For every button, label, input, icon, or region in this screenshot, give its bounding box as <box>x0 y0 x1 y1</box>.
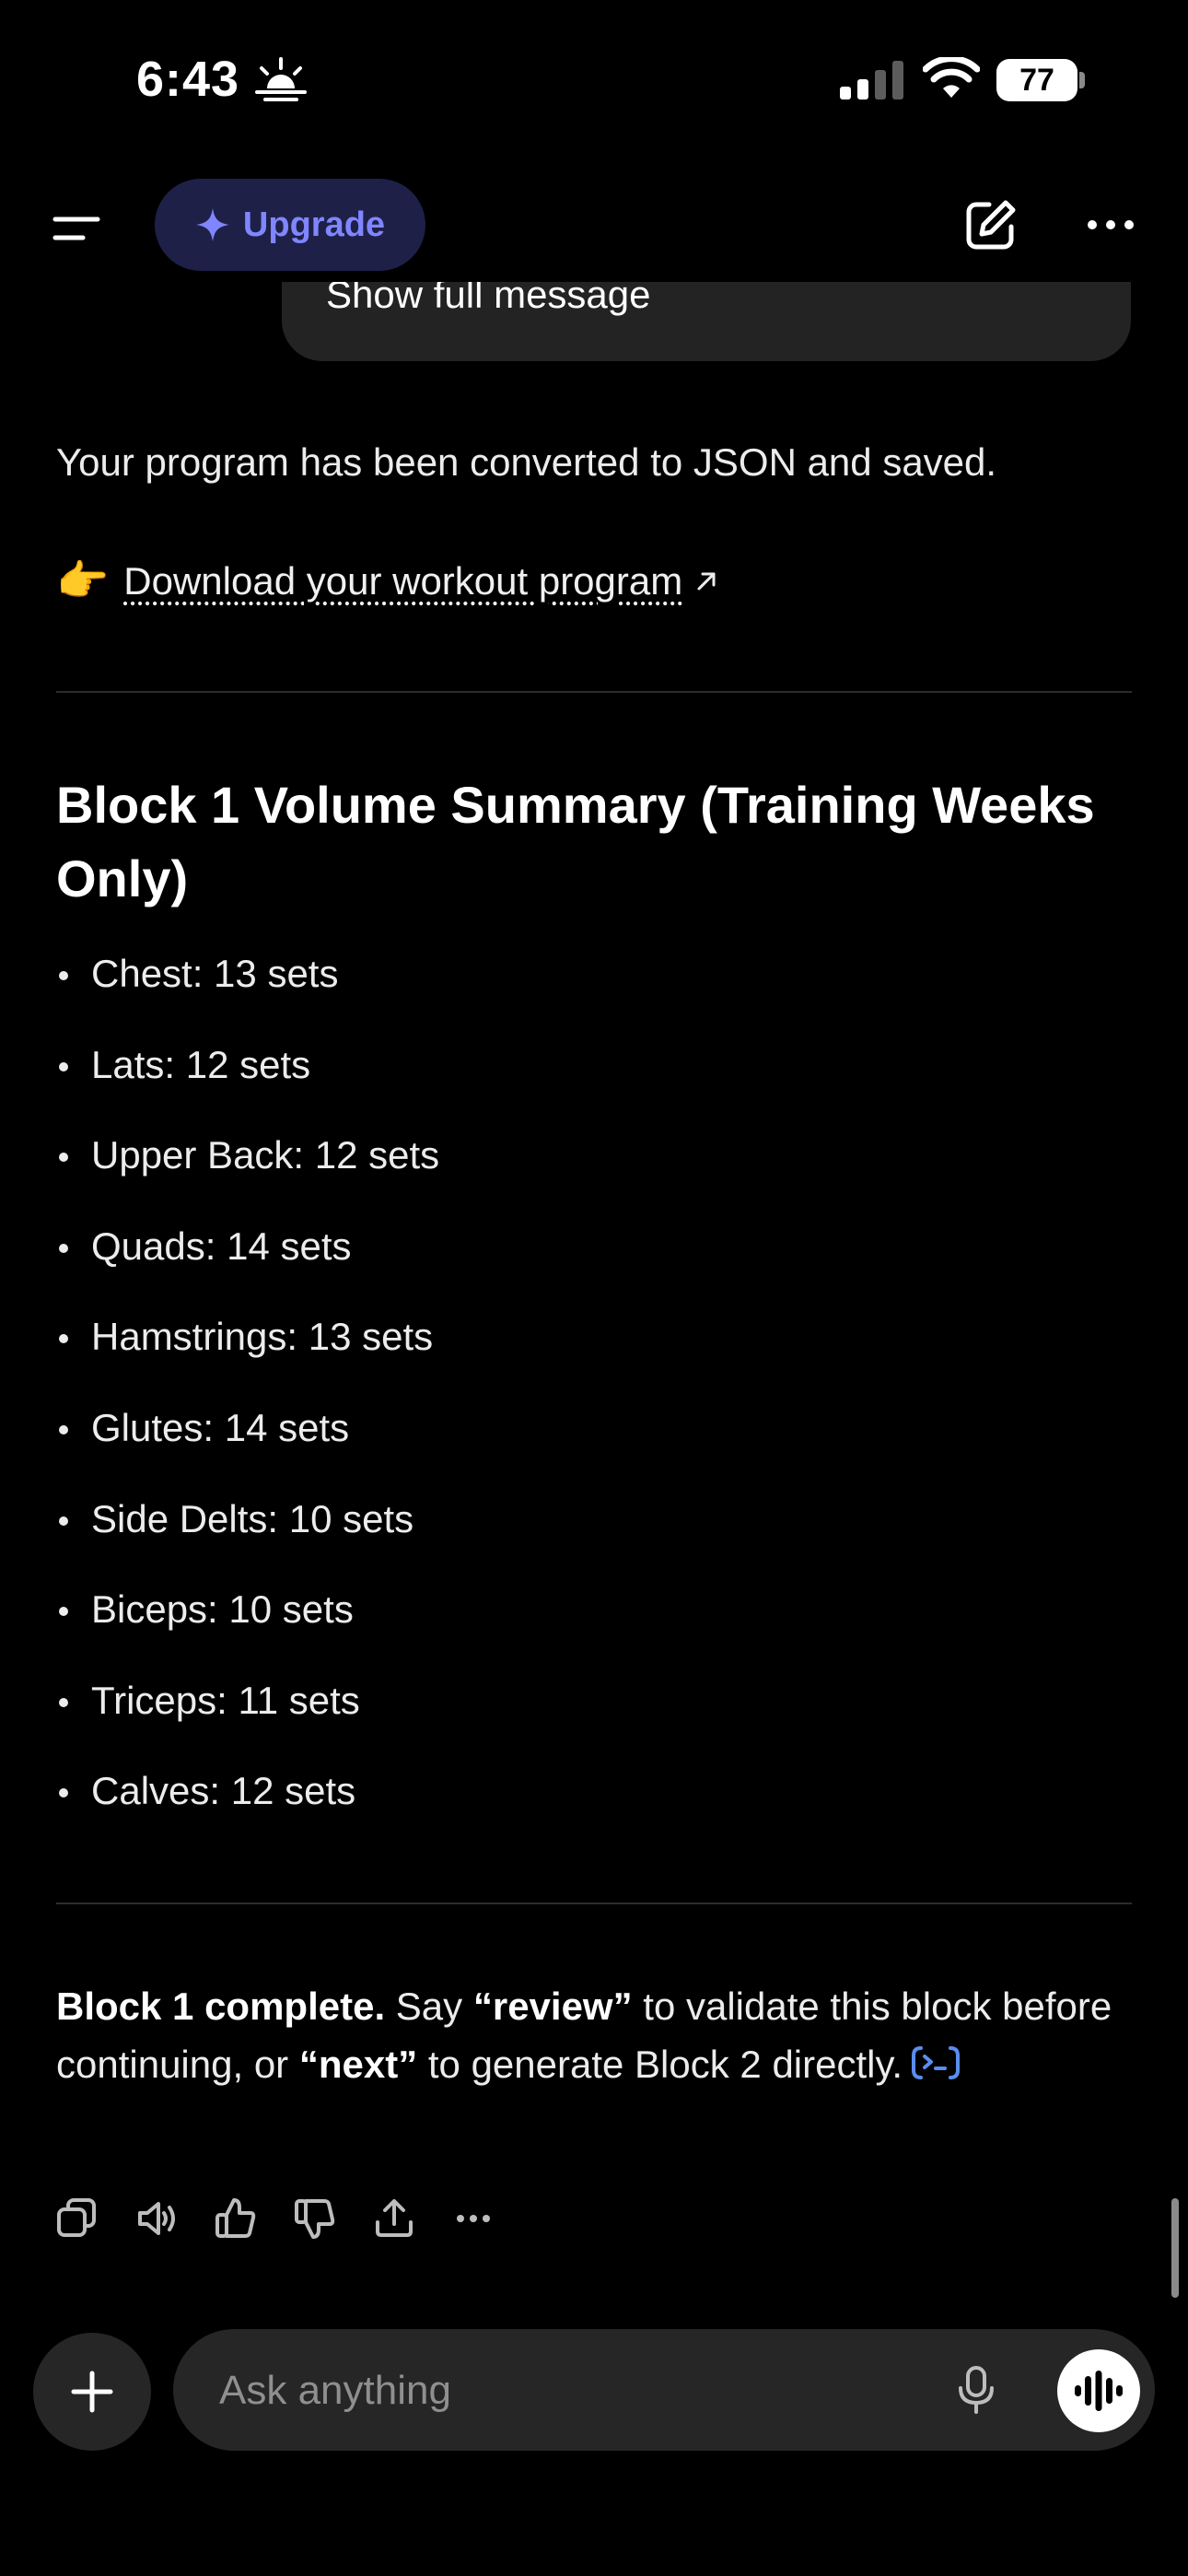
message-input[interactable] <box>217 2360 866 2421</box>
scrollbar[interactable] <box>1171 2198 1179 2298</box>
volume-list: Chest: 13 sets Lats: 12 sets Upper Back:… <box>56 943 439 1852</box>
more-options-icon[interactable] <box>1083 206 1138 243</box>
voice-mode-button[interactable] <box>1057 2349 1140 2432</box>
copy-button[interactable] <box>55 2196 99 2241</box>
list-item: Lats: 12 sets <box>56 1035 439 1126</box>
upgrade-label: Upgrade <box>242 205 386 244</box>
user-message-bubble[interactable]: Show full message <box>282 282 1131 361</box>
battery-level: 77 <box>996 59 1077 101</box>
closing-text-1: Say <box>385 1985 473 2028</box>
copy-icon <box>57 2198 96 2237</box>
thumbs-up-button[interactable] <box>214 2196 258 2241</box>
closing-paragraph: Block 1 complete. Say “review” to valida… <box>56 1977 1134 2093</box>
more-horizontal-icon <box>457 2215 490 2222</box>
thumbs-down-button[interactable] <box>293 2196 337 2241</box>
wifi-icon <box>923 57 980 98</box>
status-time: 6:43 <box>136 52 240 107</box>
list-item: Calves: 12 sets <box>56 1761 439 1852</box>
closing-text-3: to generate Block 2 directly. <box>417 2043 903 2086</box>
share-icon <box>376 2199 413 2237</box>
microphone-icon[interactable] <box>949 2362 1004 2418</box>
cellular-signal-icon <box>840 61 903 100</box>
sunrise-icon <box>255 57 307 101</box>
section-divider <box>56 691 1132 693</box>
block-complete-label: Block 1 complete. <box>56 1985 386 2028</box>
sparkle-icon <box>195 208 229 241</box>
list-item: Glutes: 14 sets <box>56 1398 439 1489</box>
speaker-icon <box>138 2202 175 2235</box>
share-button[interactable] <box>372 2196 416 2241</box>
list-item: Biceps: 10 sets <box>56 1579 439 1670</box>
read-aloud-button[interactable] <box>134 2196 179 2241</box>
summary-heading: Block 1 Volume Summary (Training Weeks O… <box>56 776 1095 907</box>
pointing-hand-icon: 👉 <box>56 556 110 604</box>
battery-indicator: 77 <box>996 59 1085 101</box>
download-workout-link[interactable]: Download your workout program <box>123 552 682 610</box>
show-full-message-toggle[interactable]: Show full message <box>326 282 651 317</box>
waveform-icon <box>1075 2371 1123 2411</box>
next-keyword: “next” <box>298 2043 418 2086</box>
new-chat-icon[interactable] <box>963 197 1019 252</box>
message-composer <box>173 2329 1155 2451</box>
plus-icon <box>71 2371 113 2413</box>
list-item: Upper Back: 12 sets <box>56 1125 439 1216</box>
add-attachment-button[interactable] <box>33 2333 151 2451</box>
thumbs-down-icon <box>295 2199 335 2239</box>
status-bar: 6:43 77 <box>0 0 1188 157</box>
code-interpreter-icon[interactable] <box>910 2044 961 2081</box>
section-divider <box>56 1903 1132 1904</box>
list-item: Triceps: 11 sets <box>56 1670 439 1762</box>
menu-icon[interactable] <box>46 201 111 256</box>
download-line: 👉 Download your workout program <box>56 549 719 613</box>
list-item: Hamstrings: 13 sets <box>56 1306 439 1398</box>
more-actions-button[interactable] <box>451 2196 495 2241</box>
list-item: Chest: 13 sets <box>56 943 439 1035</box>
saved-confirmation-text: Your program has been converted to JSON … <box>56 440 997 484</box>
battery-tip <box>1079 72 1085 88</box>
external-link-icon[interactable] <box>693 568 719 594</box>
app-header: Upgrade <box>0 175 1188 276</box>
list-item: Quads: 14 sets <box>56 1216 439 1307</box>
list-item: Side Delts: 10 sets <box>56 1489 439 1580</box>
review-keyword: “review” <box>472 1985 633 2028</box>
upgrade-button[interactable]: Upgrade <box>155 179 425 271</box>
thumbs-up-icon <box>215 2198 256 2238</box>
